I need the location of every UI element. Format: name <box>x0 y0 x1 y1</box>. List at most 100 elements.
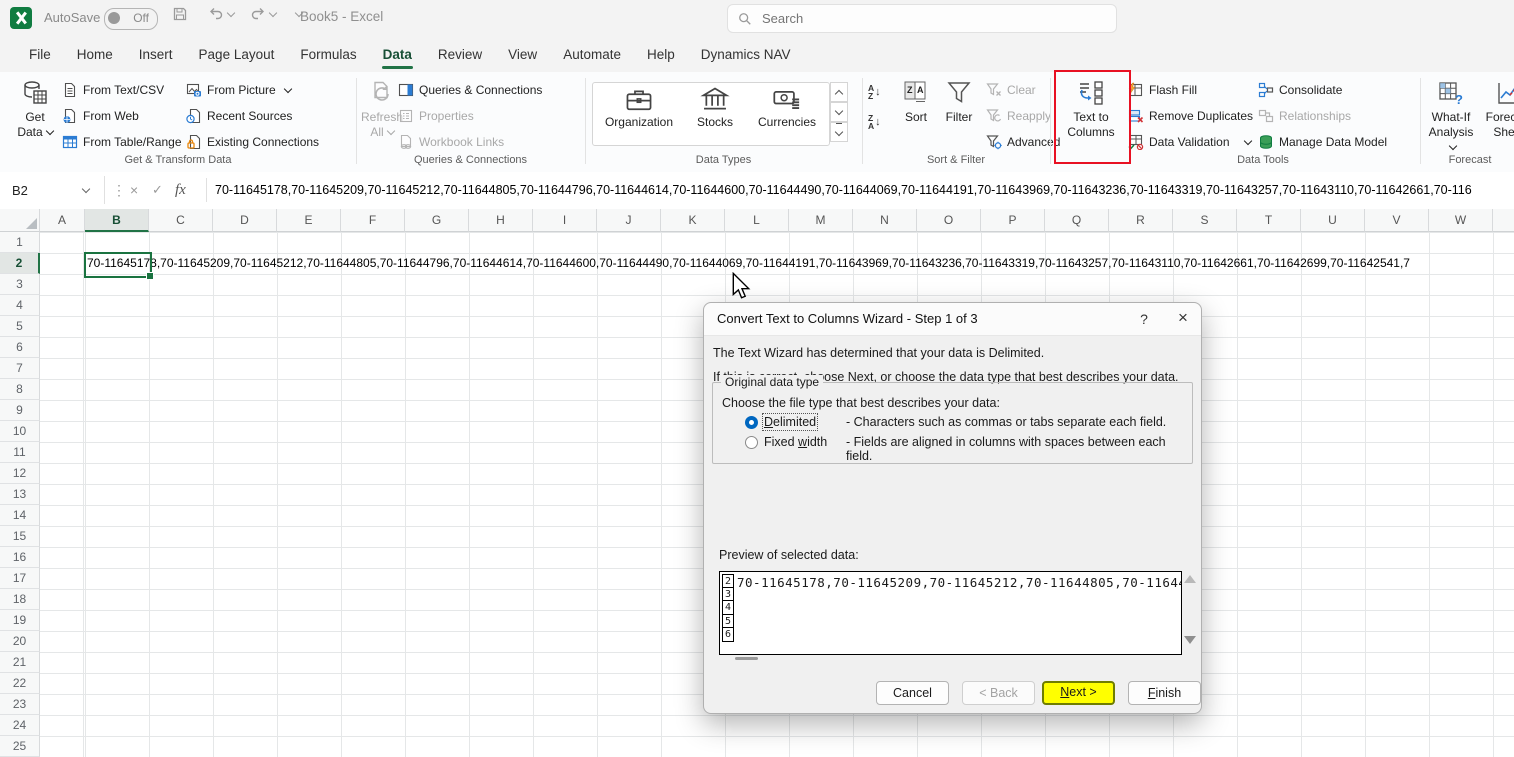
manage-data-model-button[interactable]: Manage Data Model <box>1258 130 1387 154</box>
row-header-21[interactable]: 21 <box>0 652 40 673</box>
column-header-partial[interactable] <box>1493 209 1514 232</box>
tab-formulas[interactable]: Formulas <box>287 39 369 70</box>
data-type-currencies[interactable]: Currencies <box>750 85 824 129</box>
tab-insert[interactable]: Insert <box>126 39 186 70</box>
column-header-W[interactable]: W <box>1429 209 1493 232</box>
from-text-csv-button[interactable]: From Text/CSV <box>62 78 164 102</box>
column-header-Q[interactable]: Q <box>1045 209 1109 232</box>
properties-button[interactable]: Properties <box>398 104 474 128</box>
autosave-toggle[interactable]: Off <box>104 8 158 30</box>
name-box[interactable]: B2 <box>0 176 105 204</box>
fixed-width-radio-label[interactable]: Fixed width <box>764 435 827 449</box>
column-header-N[interactable]: N <box>853 209 917 232</box>
what-if-analysis-button[interactable]: ? What-If Analysis <box>1424 76 1478 155</box>
preview-scroll-up-button[interactable] <box>1184 575 1196 583</box>
search-box[interactable] <box>727 4 1117 33</box>
cancel-button[interactable]: Cancel <box>876 681 949 705</box>
column-header-I[interactable]: I <box>533 209 597 232</box>
formula-input[interactable]: 70-11645178,70-11645209,70-11645212,70-1… <box>215 176 1514 204</box>
sort-az-button[interactable]: AZ↓ <box>868 84 881 100</box>
column-header-E[interactable]: E <box>277 209 341 232</box>
column-header-R[interactable]: R <box>1109 209 1173 232</box>
gallery-up-button[interactable] <box>830 82 848 102</box>
data-validation-button[interactable]: Data Validation <box>1128 130 1251 154</box>
dialog-close-button[interactable]: × <box>1170 308 1196 330</box>
delimited-radio-label[interactable]: Delimited <box>764 415 816 429</box>
workbook-links-button[interactable]: Workbook Links <box>398 130 504 154</box>
row-header-23[interactable]: 23 <box>0 694 40 715</box>
finish-button[interactable]: Finish <box>1128 681 1201 705</box>
preview-hscroll-thumb[interactable] <box>735 657 758 660</box>
reapply-filter-button[interactable]: Reapply <box>986 104 1051 128</box>
undo-dropdown-icon[interactable] <box>227 9 235 17</box>
formula-bar-splitter[interactable]: ⋮ <box>112 176 126 204</box>
data-preview-box[interactable]: 23456 70-11645178,70-11645209,70-1164521… <box>719 571 1182 655</box>
clear-filter-button[interactable]: Clear <box>986 78 1036 102</box>
row-header-2[interactable]: 2 <box>0 253 40 274</box>
row-header-8[interactable]: 8 <box>0 379 40 400</box>
tab-page-layout[interactable]: Page Layout <box>186 39 288 70</box>
column-header-U[interactable]: U <box>1301 209 1365 232</box>
from-web-button[interactable]: From Web <box>62 104 139 128</box>
tab-file[interactable]: File <box>16 39 64 70</box>
excel-logo-icon[interactable] <box>10 7 32 29</box>
existing-connections-button[interactable]: Existing Connections <box>186 130 319 154</box>
dialog-help-button[interactable]: ? <box>1132 308 1156 330</box>
row-header-13[interactable]: 13 <box>0 484 40 505</box>
save-button[interactable] <box>172 6 188 22</box>
column-header-A[interactable]: A <box>40 209 85 232</box>
fill-handle[interactable] <box>146 272 154 280</box>
column-header-B[interactable]: B <box>85 209 149 232</box>
row-header-24[interactable]: 24 <box>0 715 40 736</box>
column-header-D[interactable]: D <box>213 209 277 232</box>
row-header-25[interactable]: 25 <box>0 736 40 757</box>
tab-view[interactable]: View <box>495 39 550 70</box>
row-header-3[interactable]: 3 <box>0 274 40 295</box>
gallery-down-button[interactable] <box>830 102 848 122</box>
data-type-stocks[interactable]: Stocks <box>686 85 744 129</box>
filter-button[interactable]: Filter <box>938 76 980 125</box>
back-button[interactable]: < Back <box>962 681 1035 705</box>
column-header-G[interactable]: G <box>405 209 469 232</box>
tab-dynamics-nav[interactable]: Dynamics NAV <box>688 39 804 70</box>
column-header-O[interactable]: O <box>917 209 981 232</box>
column-header-C[interactable]: C <box>149 209 213 232</box>
consolidate-button[interactable]: Consolidate <box>1258 78 1342 102</box>
column-header-P[interactable]: P <box>981 209 1045 232</box>
redo-dropdown-icon[interactable] <box>269 9 277 17</box>
row-header-1[interactable]: 1 <box>0 232 40 253</box>
relationships-button[interactable]: Relationships <box>1258 104 1351 128</box>
fixed-width-radio[interactable] <box>745 436 758 449</box>
sort-button[interactable]: ZA Sort <box>894 76 938 125</box>
row-header-19[interactable]: 19 <box>0 610 40 631</box>
from-picture-button[interactable]: From Picture <box>186 78 291 102</box>
data-type-organization[interactable]: Organization <box>598 85 680 129</box>
row-header-18[interactable]: 18 <box>0 589 40 610</box>
row-header-14[interactable]: 14 <box>0 505 40 526</box>
insert-function-button[interactable]: fx <box>175 176 186 204</box>
column-header-J[interactable]: J <box>597 209 661 232</box>
formula-cancel-button[interactable]: × <box>130 176 138 204</box>
column-header-M[interactable]: M <box>789 209 853 232</box>
next-button[interactable]: Next > <box>1042 681 1115 705</box>
row-header-4[interactable]: 4 <box>0 295 40 316</box>
row-header-22[interactable]: 22 <box>0 673 40 694</box>
redo-button[interactable] <box>250 6 276 22</box>
tab-review[interactable]: Review <box>425 39 495 70</box>
row-header-17[interactable]: 17 <box>0 568 40 589</box>
column-header-K[interactable]: K <box>661 209 725 232</box>
flash-fill-button[interactable]: Flash Fill <box>1128 78 1197 102</box>
column-header-S[interactable]: S <box>1173 209 1237 232</box>
from-table-range-button[interactable]: From Table/Range <box>62 130 182 154</box>
row-header-16[interactable]: 16 <box>0 547 40 568</box>
formula-enter-button[interactable]: ✓ <box>152 176 163 204</box>
row-header-6[interactable]: 6 <box>0 337 40 358</box>
forecast-sheet-button[interactable]: Forecast Sheet <box>1482 76 1514 140</box>
preview-scroll-down-button[interactable] <box>1184 636 1196 644</box>
row-header-11[interactable]: 11 <box>0 442 40 463</box>
select-all-button[interactable] <box>0 209 40 232</box>
tab-help[interactable]: Help <box>634 39 688 70</box>
row-header-5[interactable]: 5 <box>0 316 40 337</box>
column-header-L[interactable]: L <box>725 209 789 232</box>
recent-sources-button[interactable]: Recent Sources <box>186 104 292 128</box>
